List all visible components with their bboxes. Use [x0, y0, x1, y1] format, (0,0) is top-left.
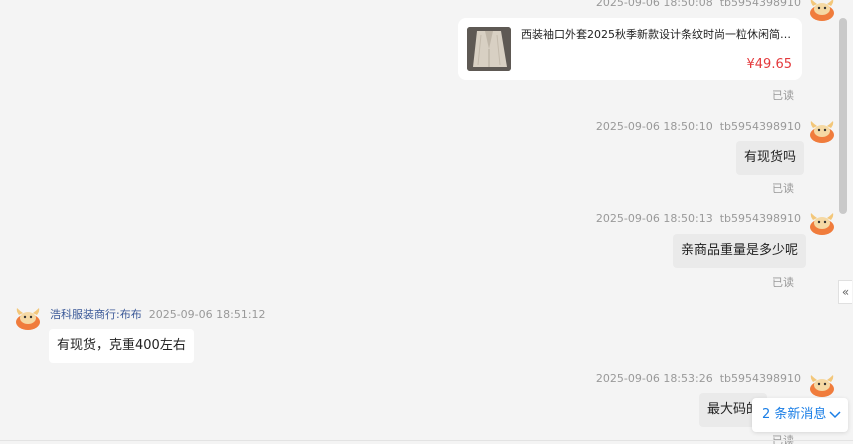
- new-messages-label: 2 条新消息: [762, 407, 827, 422]
- message-meta: 2025-09-06 18:50:13 tb5954398910: [596, 212, 801, 225]
- collapse-panel-button[interactable]: «: [838, 280, 852, 304]
- message-time: 2025-09-06 18:50:10: [595, 120, 713, 133]
- message-sender: tb5954398910: [719, 0, 801, 9]
- bull-avatar-icon: [810, 121, 834, 143]
- scrollbar-thumb[interactable]: [839, 18, 847, 214]
- message-time: 2025-09-06 18:50:13: [595, 212, 713, 225]
- message-sender: tb5954398910: [719, 212, 801, 225]
- read-status: 已读: [772, 182, 794, 195]
- chat-message-list[interactable]: 2025-09-06 18:50:08 tb5954398910 西装袖口外套2…: [0, 0, 853, 444]
- avatar[interactable]: [809, 212, 835, 236]
- read-status: 已读: [772, 434, 794, 444]
- bull-avatar-icon: [16, 308, 40, 330]
- message-meta: 2025-09-06 18:53:26 tb5954398910: [596, 372, 801, 385]
- avatar[interactable]: [809, 0, 835, 22]
- avatar[interactable]: [809, 374, 835, 398]
- message-bubble[interactable]: 有现货，克重400左右: [49, 329, 194, 363]
- double-chevron-left-icon: «: [841, 285, 850, 299]
- avatar[interactable]: [15, 307, 41, 331]
- message-time: 2025-09-06 18:51:12: [148, 308, 266, 321]
- message-time: 2025-09-06 18:50:08: [595, 0, 713, 9]
- product-title[interactable]: 西装袖口外套2025秋季新款设计条纹时尚一粒休闲简约...: [521, 26, 791, 42]
- message-sender[interactable]: 浩科服装商行:布布: [50, 308, 142, 321]
- avatar[interactable]: [809, 120, 835, 144]
- message-time: 2025-09-06 18:53:26: [595, 372, 713, 385]
- message-meta: 2025-09-06 18:50:08 tb5954398910: [596, 0, 801, 9]
- new-messages-button[interactable]: 2 条新消息: [752, 398, 848, 432]
- product-image: [467, 27, 511, 71]
- product-price: ¥49.65: [746, 57, 793, 72]
- bull-avatar-icon: [810, 375, 834, 397]
- message-bubble[interactable]: 有现货吗: [736, 141, 805, 175]
- message-bubble[interactable]: 亲商品重量是多少呢: [673, 234, 807, 268]
- read-status: 已读: [772, 89, 794, 102]
- bull-avatar-icon: [810, 213, 834, 235]
- message-sender: tb5954398910: [719, 372, 801, 385]
- product-card[interactable]: 西装袖口外套2025秋季新款设计条纹时尚一粒休闲简约... ¥49.65: [458, 18, 802, 80]
- read-status: 已读: [772, 276, 794, 289]
- product-thumbnail[interactable]: [467, 27, 511, 71]
- message-meta: 2025-09-06 18:50:10 tb5954398910: [596, 120, 801, 133]
- divider: [0, 440, 853, 441]
- bull-avatar-icon: [810, 0, 834, 21]
- message-sender: tb5954398910: [719, 120, 801, 133]
- message-meta: 浩科服装商行:布布 2025-09-06 18:51:12: [50, 306, 266, 322]
